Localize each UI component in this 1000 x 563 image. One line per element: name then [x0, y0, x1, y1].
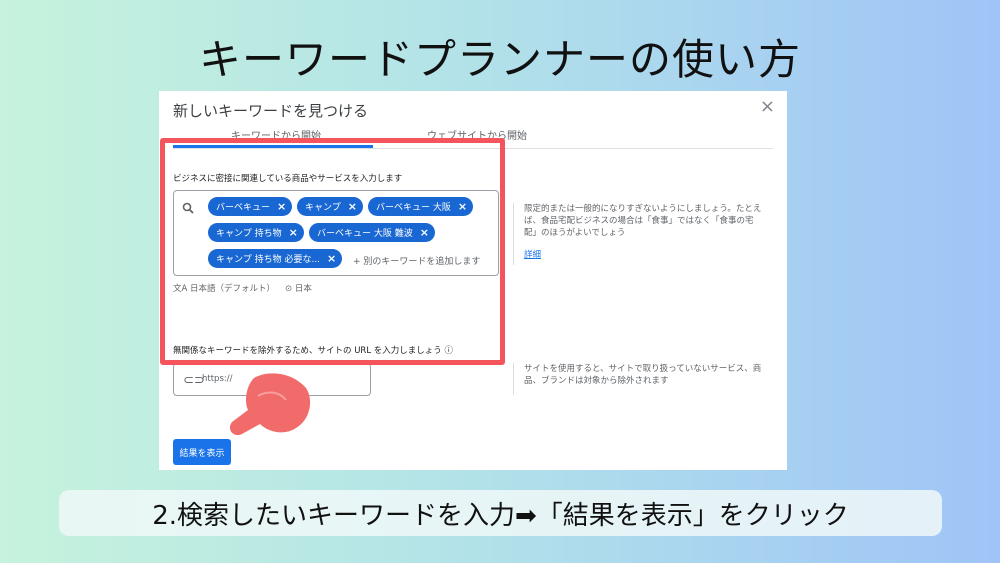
caption-bar: 2.検索したいキーワードを入力➡「結果を表示」をクリック: [59, 490, 942, 536]
caption-text: 2.検索したいキーワードを入力➡「結果を表示」をクリック: [152, 500, 849, 531]
show-results-button[interactable]: 結果を表示: [173, 439, 231, 465]
url-hint: サイトを使用すると、サイトで取り扱っていないサービス、商品、ブランドは対象から除…: [513, 363, 763, 395]
dialog-title: 新しいキーワードを見つける: [173, 102, 369, 120]
main-title: キーワードプランナーの使い方: [198, 35, 801, 84]
close-icon[interactable]: ×: [760, 96, 775, 117]
pointing-hand-icon: [220, 368, 312, 442]
keyword-hint: 限定的または一般的になりすぎないようにしましょう。たとえば、食品宅配ビジネスの場…: [513, 203, 763, 265]
details-link[interactable]: 詳細: [524, 249, 763, 261]
highlight-frame: [160, 138, 505, 365]
keyword-hint-text: 限定的または一般的になりすぎないようにしましょう。たとえば、食品宅配ビジネスの場…: [524, 204, 762, 238]
